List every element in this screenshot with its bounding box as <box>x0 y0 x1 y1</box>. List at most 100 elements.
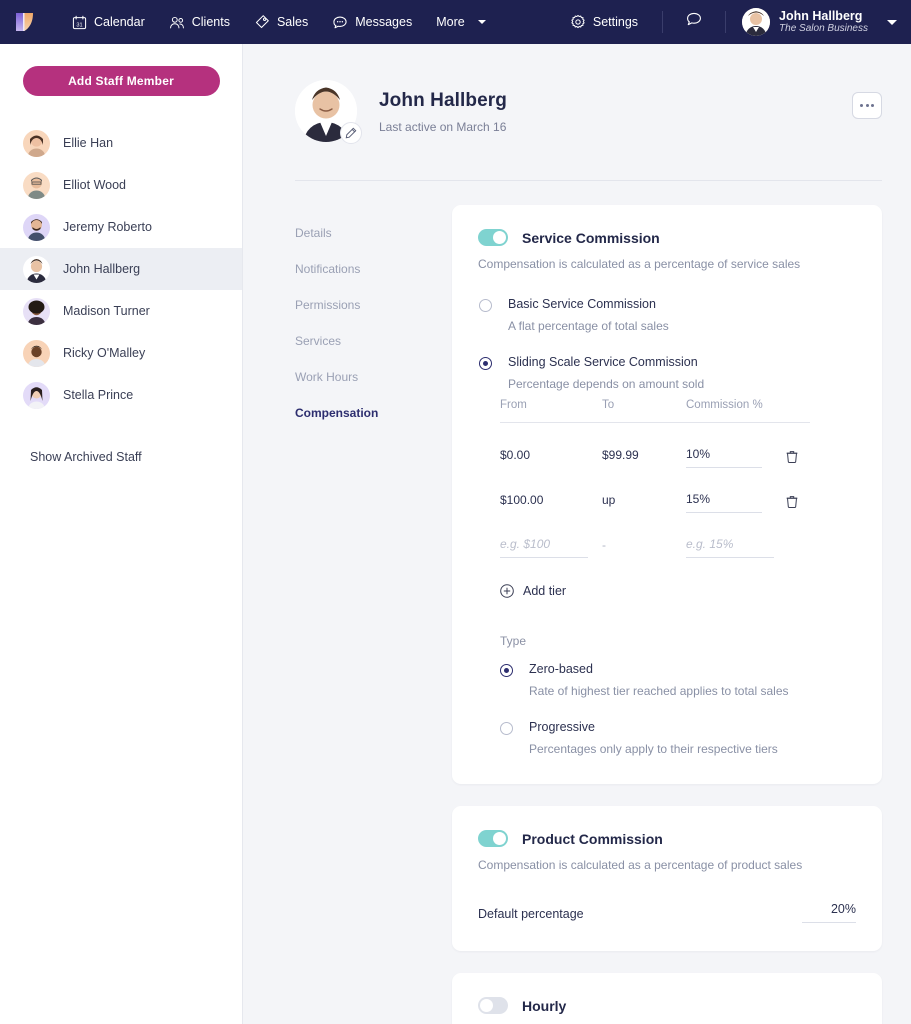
tab-services[interactable]: Services <box>295 323 452 359</box>
hourly-header: Hourly <box>478 997 856 1014</box>
option-text: Progressive Percentages only apply to th… <box>529 720 778 756</box>
commission-tier-table: From To Commission % $0.00 $99.99 10% $1… <box>500 399 810 598</box>
delete-tier-button[interactable] <box>786 450 798 471</box>
new-tier-commission-input[interactable] <box>686 537 774 558</box>
top-navigation-bar: 31 Calendar Clients Sales Messages More … <box>0 0 911 44</box>
nav-item-clients[interactable]: Clients <box>157 9 242 36</box>
nav-item-settings[interactable]: Settings <box>558 8 650 36</box>
staff-list-item-stella-prince[interactable]: Stella Prince <box>0 374 242 416</box>
service-commission-header: Service Commission <box>478 229 856 246</box>
new-tier-pct-field <box>686 535 776 558</box>
toggle-knob <box>493 832 506 845</box>
tier-delete-cell <box>776 450 810 468</box>
tab-work-hours[interactable]: Work Hours <box>295 359 452 395</box>
product-commission-subtitle: Compensation is calculated as a percenta… <box>478 858 803 872</box>
option-label: Basic Service Commission <box>508 297 656 311</box>
nav-item-label: Settings <box>592 15 639 29</box>
service-commission-toggle[interactable] <box>478 229 508 246</box>
tier-commission-input[interactable] <box>686 447 762 468</box>
nav-right-group: Settings John Hallberg The Salon Busines… <box>558 5 897 39</box>
nav-item-sales[interactable]: Sales <box>242 8 320 36</box>
profile-more-actions-button[interactable] <box>852 92 882 119</box>
default-percentage-input[interactable] <box>802 902 856 923</box>
staff-list-item-ricky-omalley[interactable]: Ricky O'Malley <box>0 332 242 374</box>
avatar <box>23 129 50 157</box>
avatar <box>742 8 771 36</box>
add-staff-member-button[interactable]: Add Staff Member <box>22 66 220 96</box>
nav-divider <box>662 11 664 33</box>
service-commission-card: Service Commission Compensation is calcu… <box>452 205 882 784</box>
content-row: Details Notifications Permissions Servic… <box>295 181 882 1024</box>
option-progressive[interactable]: Progressive Percentages only apply to th… <box>500 720 856 756</box>
service-commission-subtitle: Compensation is calculated as a percenta… <box>478 257 801 271</box>
product-commission-card: Product Commission Compensation is calcu… <box>452 806 882 951</box>
staff-name: Ricky O'Malley <box>63 346 146 360</box>
column-header-commission-pct: Commission % <box>686 399 763 411</box>
option-description: Percentage depends on amount sold <box>508 377 705 391</box>
avatar <box>23 255 50 283</box>
option-text: Basic Service Commission A flat percenta… <box>508 297 669 333</box>
option-description: A flat percentage of total sales <box>508 319 669 333</box>
delete-tier-button[interactable] <box>786 495 798 516</box>
mangomint-logo-icon[interactable] <box>12 9 38 35</box>
tier-to-value: $99.99 <box>602 448 639 462</box>
staff-list-item-jeremy-roberto[interactable]: Jeremy Roberto <box>0 206 242 248</box>
edit-avatar-button[interactable] <box>340 122 362 144</box>
show-archived-staff-link[interactable]: Show Archived Staff <box>0 450 242 464</box>
default-percentage-row: Default percentage <box>478 902 856 923</box>
radio-progressive[interactable] <box>500 722 513 735</box>
avatar <box>23 297 50 325</box>
staff-name: Ellie Han <box>63 136 114 150</box>
user-menu[interactable]: John Hallberg The Salon Business <box>738 8 897 36</box>
primary-nav-items: 31 Calendar Clients Sales Messages More <box>60 8 498 36</box>
user-name: John Hallberg <box>779 9 863 24</box>
option-basic-service-commission[interactable]: Basic Service Commission A flat percenta… <box>479 297 856 333</box>
nav-item-label: Clients <box>191 15 230 29</box>
nav-item-calendar[interactable]: 31 Calendar <box>60 9 157 36</box>
nav-item-messages[interactable]: Messages <box>320 9 424 36</box>
option-zero-based[interactable]: Zero-based Rate of highest tier reached … <box>500 662 856 698</box>
staff-name: Madison Turner <box>63 304 150 318</box>
tab-details[interactable]: Details <box>295 215 452 251</box>
add-tier-button[interactable]: Add tier <box>500 584 810 598</box>
add-tier-label: Add tier <box>523 584 567 598</box>
tab-compensation[interactable]: Compensation <box>295 395 452 431</box>
radio-sliding-scale-service-commission[interactable] <box>479 357 492 370</box>
option-sliding-scale-service-commission[interactable]: Sliding Scale Service Commission Percent… <box>479 355 856 391</box>
nav-item-label: Calendar <box>94 15 145 29</box>
column-header-from: From <box>500 399 527 411</box>
table-row: $100.00 up <box>500 468 810 513</box>
tier-commission-input[interactable] <box>686 492 762 513</box>
tier-pct-field <box>686 445 776 468</box>
toggle-knob <box>480 999 493 1012</box>
chat-bubble-icon <box>333 16 347 28</box>
staff-name: Elliot Wood <box>63 178 126 192</box>
settings-tab-list: Details Notifications Permissions Servic… <box>295 205 452 1024</box>
radio-zero-based[interactable] <box>500 664 513 677</box>
tab-permissions[interactable]: Permissions <box>295 287 452 323</box>
nav-item-more[interactable]: More <box>424 9 497 35</box>
new-tier-from-field <box>500 535 602 558</box>
staff-list-item-john-hallberg[interactable]: John Hallberg <box>0 248 242 290</box>
staff-list-item-elliot-wood[interactable]: Elliot Wood <box>0 164 242 206</box>
page-layout: Add Staff Member Ellie Han Elliot Wood J… <box>0 44 911 1024</box>
option-text: Zero-based Rate of highest tier reached … <box>529 662 789 698</box>
tier-pct-field <box>686 490 776 513</box>
nav-item-chat[interactable] <box>675 5 713 39</box>
nav-item-label: Messages <box>355 15 413 29</box>
new-tier-from-input[interactable] <box>500 537 588 558</box>
avatar <box>23 213 50 241</box>
avatar <box>23 381 50 409</box>
new-tier-to-value: - <box>602 538 606 552</box>
product-commission-toggle[interactable] <box>478 830 508 847</box>
profile-header: John Hallberg Last active on March 16 <box>295 44 882 144</box>
user-menu-text: John Hallberg The Salon Business <box>779 9 868 35</box>
hourly-toggle[interactable] <box>478 997 508 1014</box>
tier-from-value: $0.00 <box>500 448 531 462</box>
radio-basic-service-commission[interactable] <box>479 299 492 312</box>
option-description: Percentages only apply to their respecti… <box>529 742 778 756</box>
option-label: Progressive <box>529 720 595 734</box>
staff-list-item-madison-turner[interactable]: Madison Turner <box>0 290 242 332</box>
staff-list-item-ellie-han[interactable]: Ellie Han <box>0 122 242 164</box>
tab-notifications[interactable]: Notifications <box>295 251 452 287</box>
